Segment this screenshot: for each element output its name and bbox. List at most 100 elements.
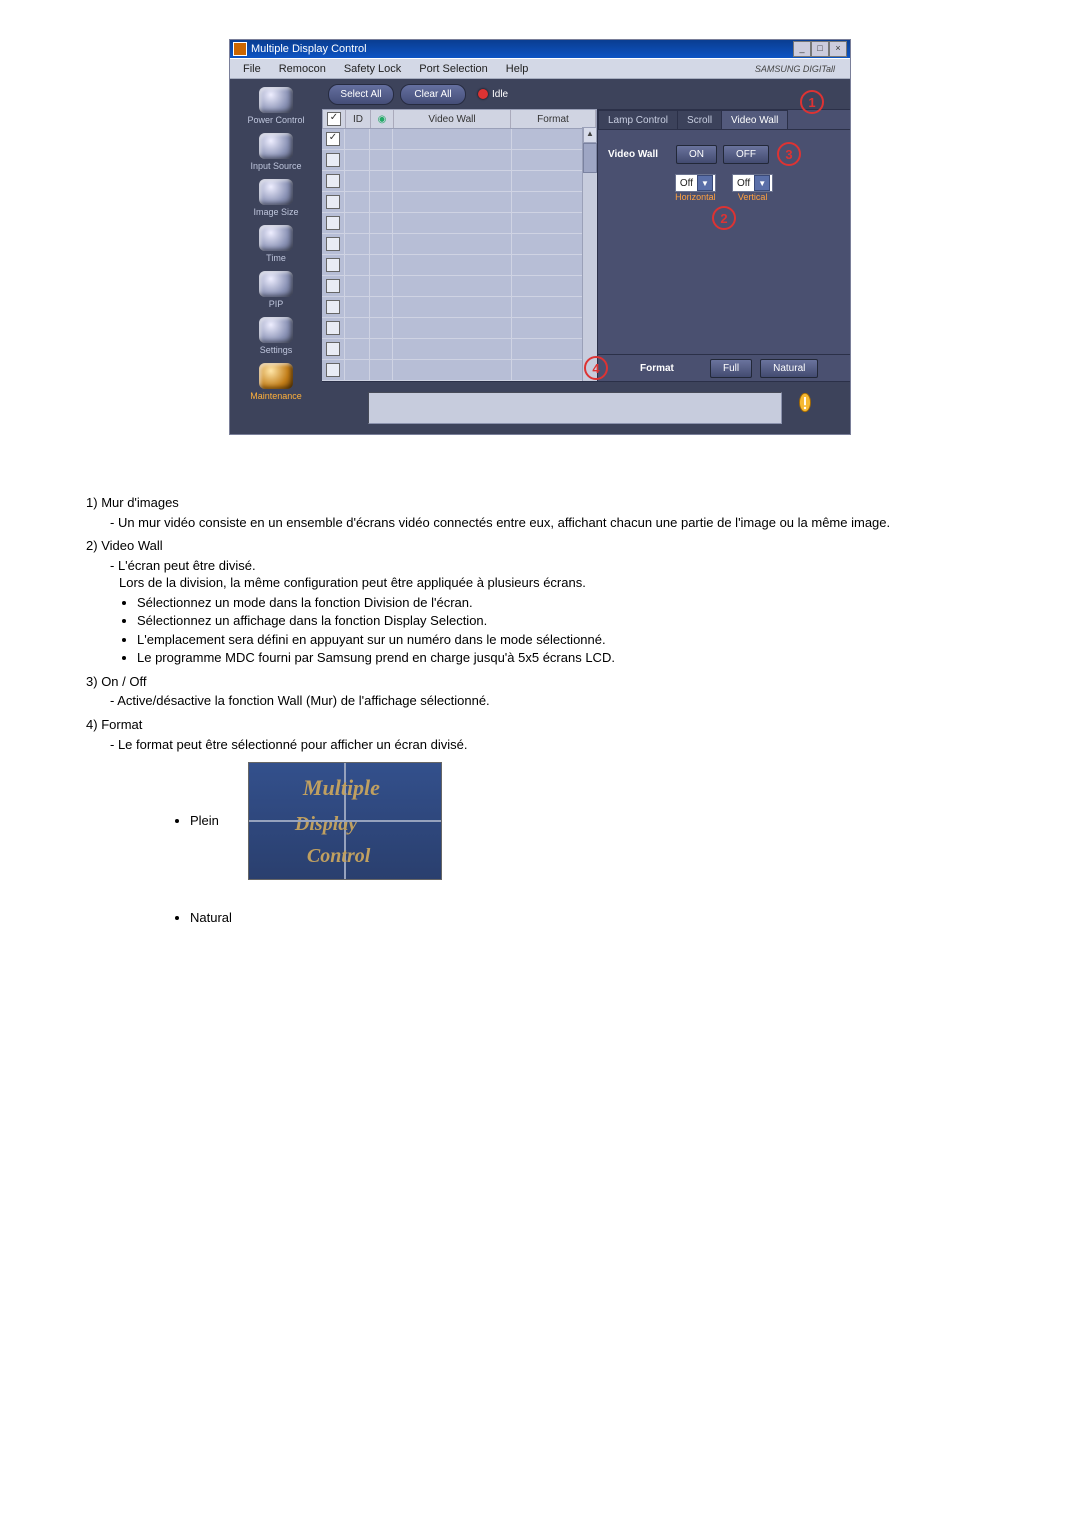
table-row[interactable]	[322, 171, 597, 192]
format-full-button[interactable]: Full	[710, 359, 752, 378]
format-preview-full: Multiple Display Control	[249, 763, 441, 879]
maintenance-icon	[259, 363, 293, 389]
settings-icon	[259, 317, 293, 343]
tab-video-wall[interactable]: Video Wall	[721, 110, 788, 129]
table-row[interactable]	[322, 129, 597, 150]
document-body: 1) Mur d'images - Un mur vidéo consiste …	[86, 494, 986, 927]
table-row[interactable]	[322, 276, 597, 297]
videowall-label: Video Wall	[608, 149, 670, 160]
select-all-button[interactable]: Select All	[328, 84, 394, 105]
titlebar: Multiple Display Control _ □ ×	[230, 40, 850, 58]
row-checkbox[interactable]	[326, 216, 340, 230]
time-icon	[259, 225, 293, 251]
minimize-button[interactable]: _	[793, 41, 811, 57]
sidebar-item-input-source[interactable]: Input Source	[236, 131, 316, 175]
menu-file[interactable]: File	[234, 63, 270, 75]
maximize-button[interactable]: □	[811, 41, 829, 57]
table-row[interactable]	[322, 213, 597, 234]
row-checkbox[interactable]	[326, 342, 340, 356]
table-row[interactable]	[322, 339, 597, 360]
sidebar-item-maintenance[interactable]: Maintenance	[236, 361, 316, 405]
videowall-off-button[interactable]: OFF	[723, 145, 769, 164]
horizontal-label: Horizontal	[675, 192, 716, 202]
row-checkbox[interactable]	[326, 237, 340, 251]
format-label: Format	[640, 363, 702, 374]
scroll-up-icon[interactable]: ▲	[583, 127, 597, 143]
menu-port-selection[interactable]: Port Selection	[410, 63, 496, 75]
row-checkbox[interactable]	[326, 279, 340, 293]
table-row[interactable]	[322, 360, 597, 381]
list-item: Sélectionnez un affichage dans la foncti…	[137, 612, 986, 630]
text: - Un mur vidéo consiste en un ensemble d…	[110, 514, 986, 532]
marker-4: 4	[584, 356, 608, 380]
table-row[interactable]	[322, 318, 597, 339]
app-window: Multiple Display Control _ □ × File Remo…	[230, 40, 850, 434]
image-size-icon	[259, 179, 293, 205]
col-videowall: Video Wall	[394, 110, 511, 128]
pip-icon	[259, 271, 293, 297]
marker-1: 1	[800, 90, 824, 114]
table-row[interactable]	[322, 234, 597, 255]
videowall-on-button[interactable]: ON	[676, 145, 717, 164]
table-row[interactable]	[322, 192, 597, 213]
status-dot-icon	[478, 89, 488, 99]
col-status-icon: ◉	[371, 110, 394, 128]
statusbar	[322, 381, 850, 434]
vertical-select[interactable]: Off▼	[732, 174, 773, 192]
table-row[interactable]	[322, 255, 597, 276]
menu-help[interactable]: Help	[497, 63, 538, 75]
col-format: Format	[511, 110, 596, 128]
sidebar-item-image-size[interactable]: Image Size	[236, 177, 316, 221]
toolbar: Select All Clear All Idle	[322, 79, 850, 109]
sidebar-item-power-control[interactable]: Power Control	[236, 85, 316, 129]
close-button[interactable]: ×	[829, 41, 847, 57]
sidebar-item-settings[interactable]: Settings	[236, 315, 316, 359]
menu-remocon[interactable]: Remocon	[270, 63, 335, 75]
bullet-natural: Natural	[190, 909, 232, 927]
heading-onoff: On / Off	[101, 674, 146, 689]
horizontal-select[interactable]: Off▼	[675, 174, 716, 192]
row-checkbox[interactable]	[326, 195, 340, 209]
tab-lamp-control[interactable]: Lamp Control	[598, 110, 678, 129]
grid-scrollbar[interactable]: ▲	[582, 127, 597, 381]
power-icon	[259, 87, 293, 113]
heading-format: Format	[101, 717, 142, 732]
sidebar: Power Control Input Source Image Size Ti…	[230, 79, 322, 434]
chevron-down-icon: ▼	[697, 175, 713, 191]
table-row[interactable]	[322, 150, 597, 171]
tab-scroll[interactable]: Scroll	[677, 110, 722, 129]
clear-all-button[interactable]: Clear All	[400, 84, 466, 105]
row-checkbox[interactable]	[326, 363, 340, 377]
scroll-thumb[interactable]	[583, 143, 597, 173]
heading-mur: Mur d'images	[101, 495, 179, 510]
table-row[interactable]	[322, 297, 597, 318]
device-grid: ID ◉ Video Wall Format ▲	[322, 109, 597, 381]
format-natural-button[interactable]: Natural	[760, 359, 818, 378]
marker-2: 2	[712, 206, 736, 230]
source-icon	[259, 133, 293, 159]
chevron-down-icon: ▼	[754, 175, 770, 191]
app-icon	[233, 42, 247, 56]
menu-safety-lock[interactable]: Safety Lock	[335, 63, 410, 75]
list-item: Sélectionnez un mode dans la fonction Di…	[137, 594, 986, 612]
row-checkbox[interactable]	[326, 132, 340, 146]
header-checkbox[interactable]	[327, 112, 341, 126]
menubar: File Remocon Safety Lock Port Selection …	[230, 58, 850, 79]
row-checkbox[interactable]	[326, 174, 340, 188]
sidebar-item-time[interactable]: Time	[236, 223, 316, 267]
app-title: Multiple Display Control	[251, 43, 367, 55]
heading-videowall: Video Wall	[101, 538, 162, 553]
row-checkbox[interactable]	[326, 300, 340, 314]
col-id: ID	[346, 110, 371, 128]
status-idle: Idle	[478, 89, 508, 100]
status-message	[368, 392, 782, 424]
row-checkbox[interactable]	[326, 321, 340, 335]
vertical-label: Vertical	[732, 192, 773, 202]
row-checkbox[interactable]	[326, 153, 340, 167]
settings-panel: 1 Lamp Control Scroll Video Wall Video W…	[597, 109, 850, 381]
brand-label: SAMSUNG DIGITall	[746, 64, 844, 74]
marker-3: 3	[777, 142, 801, 166]
row-checkbox[interactable]	[326, 258, 340, 272]
warning-icon	[794, 393, 816, 423]
sidebar-item-pip[interactable]: PIP	[236, 269, 316, 313]
